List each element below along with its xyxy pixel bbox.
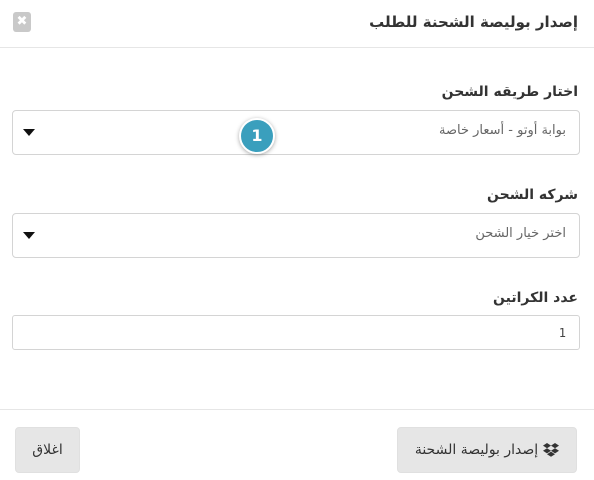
shipping-company-label: شركه الشحن	[487, 187, 578, 203]
dropbox-icon	[543, 443, 560, 457]
shipping-company-value: اختر خيار الشحن	[475, 226, 566, 241]
shipping-company-select[interactable]: اختر خيار الشحن	[12, 213, 580, 258]
cartons-input[interactable]	[12, 315, 580, 350]
issue-waybill-modal: ✖ إصدار بوليصة الشحنة للطلب اختار طريقه …	[0, 0, 594, 480]
shipping-method-select[interactable]: بوابة أوتو - أسعار خاصة	[12, 110, 580, 155]
modal-header: ✖ إصدار بوليصة الشحنة للطلب	[0, 0, 594, 48]
step-number-badge: 1	[239, 118, 275, 154]
caret-down-icon	[23, 232, 35, 239]
shipping-method-label: اختار طريقه الشحن	[441, 84, 578, 100]
shipping-method-value: بوابة أوتو - أسعار خاصة	[439, 123, 566, 138]
cartons-label: عدد الكراتين	[493, 290, 578, 306]
issue-waybill-button[interactable]: إصدار بوليصة الشحنة	[397, 427, 577, 473]
caret-down-icon	[23, 129, 35, 136]
modal-title: إصدار بوليصة الشحنة للطلب	[369, 13, 578, 31]
close-button[interactable]: اغلاق	[15, 427, 80, 473]
close-icon[interactable]: ✖	[13, 12, 31, 32]
issue-waybill-label: إصدار بوليصة الشحنة	[414, 442, 539, 458]
modal-footer: إصدار بوليصة الشحنة اغلاق	[0, 409, 594, 480]
